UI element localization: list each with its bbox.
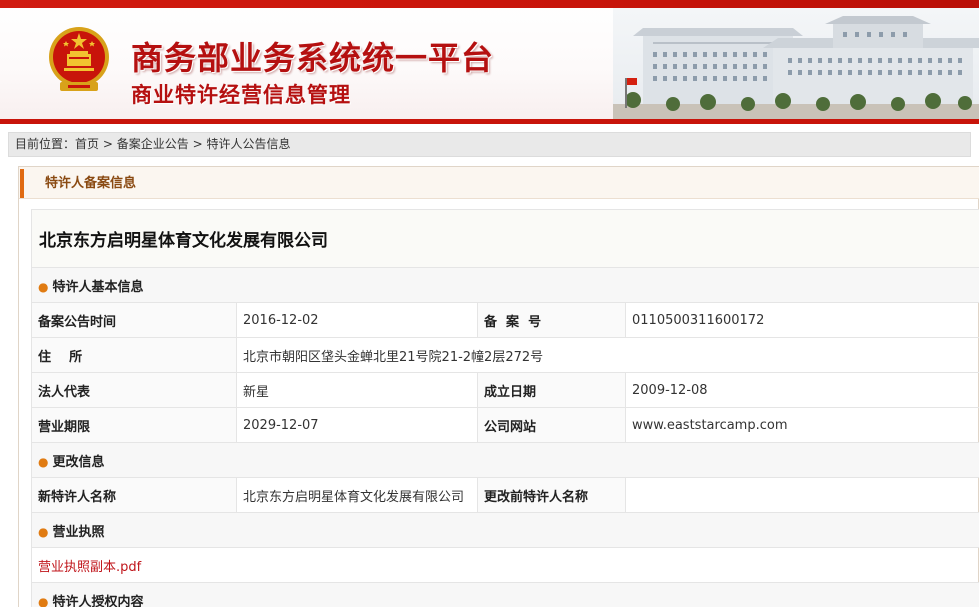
breadcrumb: 目前位置：首页 > 备案企业公告 > 特许人公告信息 (8, 132, 971, 157)
franchisor-info-table: 北京东方启明星体育文化发展有限公司 ● 特许人基本信息 备案公告时间 2016-1… (31, 209, 979, 607)
site-title: 商务部业务系统统一平台 (131, 39, 495, 77)
breadcrumb-separator: > (102, 137, 113, 151)
panel-header: 特许人备案信息 (19, 167, 979, 199)
breadcrumb-home-link[interactable]: 首页 (75, 137, 99, 151)
website-value: www.eaststarcamp.com (625, 407, 979, 443)
record-no-value: 0110500311600172 (625, 302, 979, 338)
table-row: 备案公告时间 2016-12-02 备 案 号 0110500311600172 (31, 302, 979, 338)
panel-header-accent (20, 169, 24, 198)
bullet-dot-icon: ● (38, 524, 49, 539)
announce-time-label: 备案公告时间 (31, 302, 237, 338)
breadcrumb-prefix: 目前位置： (15, 137, 76, 151)
breadcrumb-current: 特许人公告信息 (206, 137, 291, 151)
old-name-value (625, 477, 979, 513)
new-name-value: 北京东方启明星体育文化发展有限公司 (236, 477, 478, 513)
term-value: 2029-12-07 (236, 407, 478, 443)
table-row: 住 所 北京市朝阳区垡头金蝉北里21号院21-2幢2层272号 (31, 337, 979, 373)
new-name-label: 新特许人名称 (31, 477, 237, 513)
address-label: 住 所 (31, 337, 237, 373)
section-title: 营业执照 (52, 524, 105, 540)
panel-title: 特许人备案信息 (45, 176, 137, 191)
license-file-cell: 营业执照副本.pdf (31, 547, 979, 583)
section-change-info: ● 更改信息 (31, 442, 979, 478)
ministry-building-illustration (613, 8, 979, 119)
breadcrumb-separator: > (192, 137, 203, 151)
bullet-dot-icon: ● (38, 594, 49, 607)
header-bottom-band (0, 119, 979, 124)
record-no-label: 备 案 号 (477, 302, 626, 338)
table-row: 法人代表 新星 成立日期 2009-12-08 (31, 372, 979, 408)
site-subtitle: 商业特许经营信息管理 (131, 83, 351, 107)
section-basic-info: ● 特许人基本信息 (31, 267, 979, 303)
term-label: 营业期限 (31, 407, 237, 443)
site-header: 商务部业务系统统一平台 商业特许经营信息管理 (0, 0, 979, 124)
old-name-label: 更改前特许人名称 (477, 477, 626, 513)
bullet-dot-icon: ● (38, 279, 49, 294)
legal-rep-label: 法人代表 (31, 372, 237, 408)
section-business-license: ● 营业执照 (31, 512, 979, 548)
company-name: 北京东方启明星体育文化发展有限公司 (31, 209, 979, 268)
table-row: 营业期限 2029-12-07 公司网站 www.eaststarcamp.co… (31, 407, 979, 443)
section-title: 更改信息 (52, 454, 105, 470)
legal-rep-value: 新星 (236, 372, 478, 408)
website-label: 公司网站 (477, 407, 626, 443)
header-top-band (0, 0, 979, 8)
address-value: 北京市朝阳区垡头金蝉北里21号院21-2幢2层272号 (236, 337, 979, 373)
national-emblem-icon (49, 27, 109, 91)
breadcrumb-announcements-link[interactable]: 备案企业公告 (117, 137, 189, 151)
founded-label: 成立日期 (477, 372, 626, 408)
announce-time-value: 2016-12-02 (236, 302, 478, 338)
section-title: 特许人授权内容 (52, 594, 144, 607)
bullet-dot-icon: ● (38, 454, 49, 469)
founded-value: 2009-12-08 (625, 372, 979, 408)
section-title: 特许人基本信息 (52, 279, 144, 295)
license-pdf-link[interactable]: 营业执照副本.pdf (38, 560, 141, 575)
section-authorization: ● 特许人授权内容 (31, 582, 979, 607)
table-row: 新特许人名称 北京东方启明星体育文化发展有限公司 更改前特许人名称 (31, 477, 979, 513)
